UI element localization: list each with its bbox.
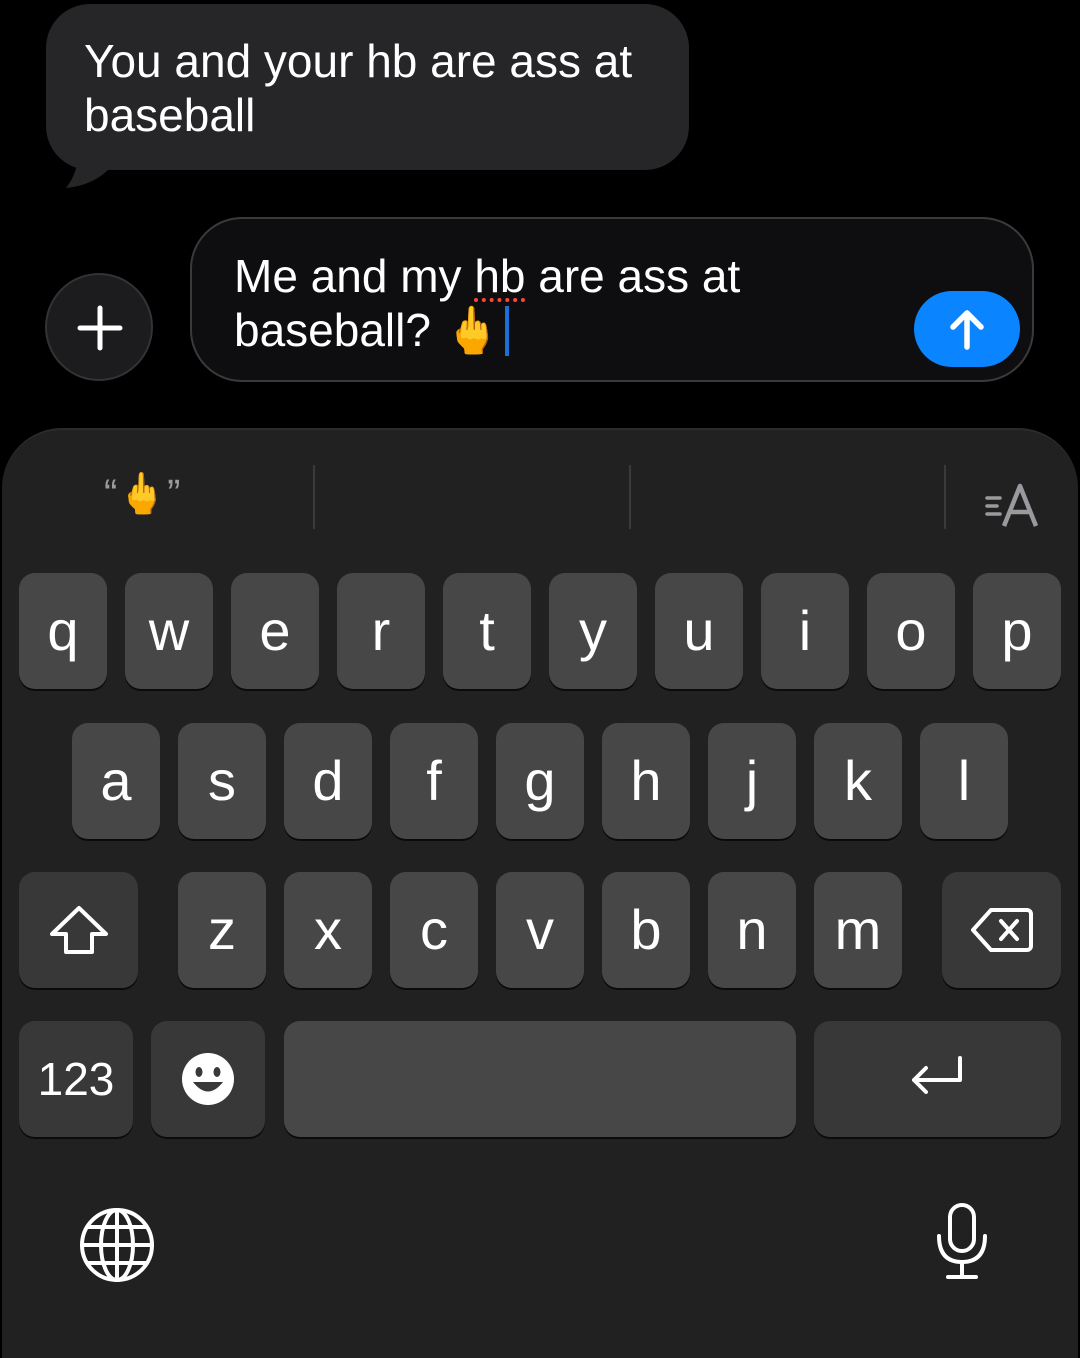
misspelled-word[interactable]: hb (474, 250, 525, 302)
key-label: b (630, 898, 662, 961)
space-key[interactable] (284, 1021, 796, 1137)
key-label: f (426, 749, 442, 812)
key-label: p (1001, 599, 1033, 662)
key-p[interactable]: p (973, 573, 1061, 689)
key-a[interactable]: a (72, 723, 160, 839)
key-label: s (208, 749, 236, 812)
key-label: m (834, 898, 882, 961)
key-s[interactable]: s (178, 723, 266, 839)
key-e[interactable]: e (231, 573, 319, 689)
key-label: v (526, 898, 554, 961)
key-label: q (47, 599, 79, 662)
globe-icon (80, 1208, 154, 1282)
incoming-message-bubble[interactable]: You and your hb are ass at baseball (46, 4, 689, 170)
delete-icon (970, 908, 1033, 952)
key-label: y (579, 599, 607, 662)
key-label: x (314, 898, 342, 961)
key-m[interactable]: m (814, 872, 902, 988)
key-l[interactable]: l (920, 723, 1008, 839)
arrow-up-icon (950, 310, 984, 350)
shift-key[interactable] (19, 872, 138, 988)
delete-key[interactable] (942, 872, 1061, 988)
key-j[interactable]: j (708, 723, 796, 839)
key-label: n (736, 898, 768, 961)
suggestion-divider (629, 465, 631, 529)
key-t[interactable]: t (443, 573, 531, 689)
emoji-icon (182, 1053, 234, 1105)
key-i[interactable]: i (761, 573, 849, 689)
key-d[interactable]: d (284, 723, 372, 839)
key-label: u (683, 599, 715, 662)
message-input-field[interactable]: Me and my hb are ass at baseball? 🖕 (190, 217, 1034, 382)
key-o[interactable]: o (867, 573, 955, 689)
key-label: r (371, 599, 391, 662)
key-label: l (957, 749, 971, 812)
message-input-text[interactable]: Me and my hb are ass at baseball? 🖕 (234, 249, 894, 357)
microphone-icon (937, 1203, 987, 1279)
key-label: o (895, 599, 927, 662)
key-x[interactable]: x (284, 872, 372, 988)
plus-icon (77, 305, 123, 351)
return-key[interactable] (814, 1021, 1061, 1137)
suggestion-empty[interactable] (330, 470, 620, 530)
text-caret (505, 306, 509, 356)
numbers-key[interactable]: 123 (19, 1021, 133, 1137)
suggestion-divider (313, 465, 315, 529)
key-q[interactable]: q (19, 573, 107, 689)
key-c[interactable]: c (390, 872, 478, 988)
key-label: z (208, 898, 236, 961)
suggestion-label: “🖕” (104, 472, 181, 516)
incoming-message-text: You and your hb are ass at baseball (84, 35, 633, 141)
text-format-button[interactable] (984, 482, 1042, 537)
key-h[interactable]: h (602, 723, 690, 839)
key-k[interactable]: k (814, 723, 902, 839)
key-label: e (259, 599, 291, 662)
key-b[interactable]: b (602, 872, 690, 988)
emoji-key[interactable] (151, 1021, 265, 1137)
key-label: g (524, 749, 556, 812)
suggestion-empty[interactable] (646, 470, 936, 530)
middle-finger-emoji: 🖕 (443, 303, 501, 357)
input-text-part: Me and my (234, 250, 475, 302)
key-u[interactable]: u (655, 573, 743, 689)
key-n[interactable]: n (708, 872, 796, 988)
key-r[interactable]: r (337, 573, 425, 689)
key-label: d (312, 749, 344, 812)
suggestion-emoji[interactable]: “🖕” (104, 470, 224, 530)
bubble-tail (66, 140, 116, 188)
return-icon (911, 1056, 962, 1094)
dictation-button[interactable] (934, 1202, 990, 1287)
key-label: k (844, 749, 872, 812)
key-label: w (148, 599, 190, 662)
key-z[interactable]: z (178, 872, 266, 988)
suggestion-divider (944, 465, 946, 529)
key-y[interactable]: y (549, 573, 637, 689)
key-w[interactable]: w (125, 573, 213, 689)
key-label: t (479, 599, 495, 662)
key-label: 123 (37, 1053, 115, 1105)
key-label: c (420, 898, 448, 961)
globe-button[interactable] (79, 1207, 155, 1288)
add-attachment-button[interactable] (45, 273, 153, 381)
key-label: h (630, 749, 662, 812)
key-label: i (798, 599, 812, 662)
key-label: j (745, 749, 759, 812)
key-label: a (100, 749, 132, 812)
shift-icon (49, 906, 108, 954)
send-button[interactable] (914, 291, 1020, 367)
key-f[interactable]: f (390, 723, 478, 839)
text-format-icon (985, 483, 1039, 527)
key-g[interactable]: g (496, 723, 584, 839)
key-v[interactable]: v (496, 872, 584, 988)
